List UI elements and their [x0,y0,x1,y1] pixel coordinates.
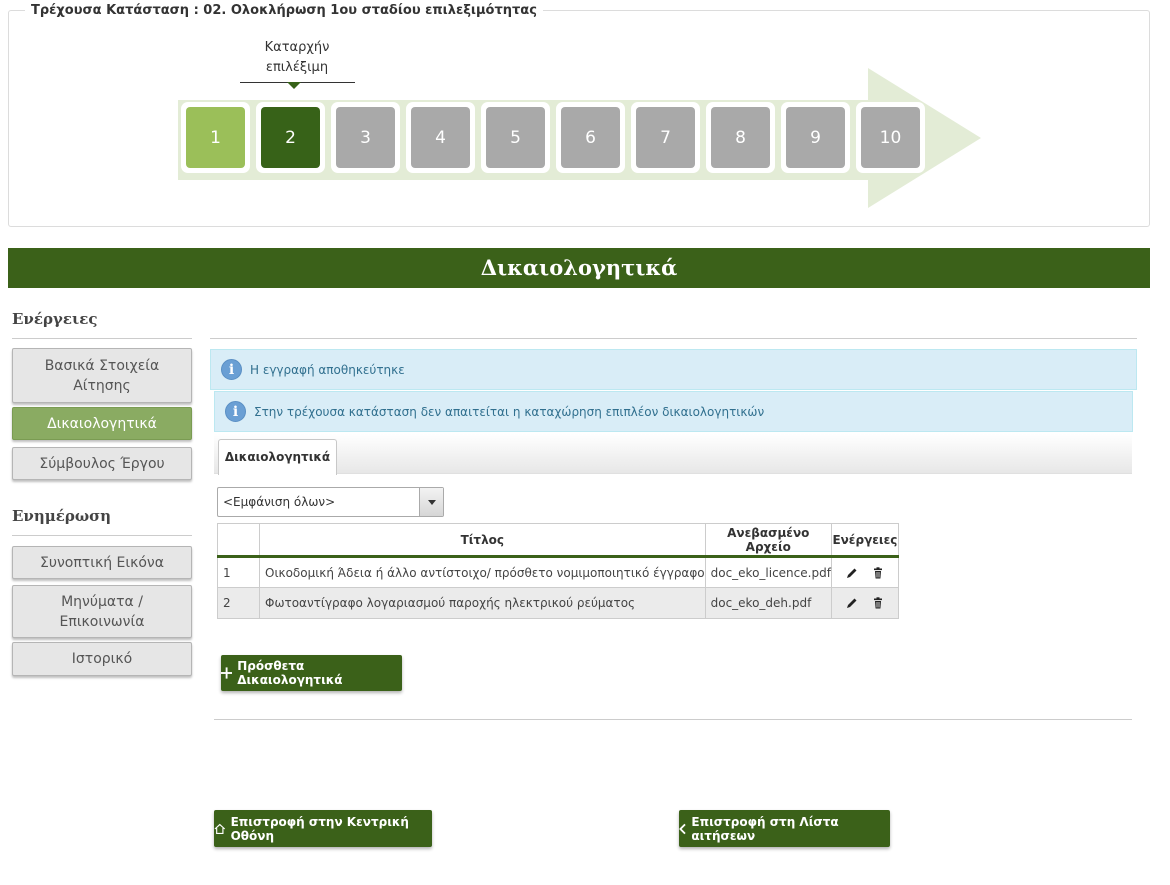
row-title: Φωτοαντίγραφο λογαριασμού παροχής ηλεκτρ… [259,587,706,619]
actions-heading: Ενέργειες [12,310,98,328]
page-title: Δικαιολογητικά [8,248,1150,288]
sidebar-item-summary[interactable]: Συνοπτική Εικόνα [12,546,192,579]
actions-heading-rule [12,338,192,339]
table-row: 1 Οικοδομική Άδεια ή άλλο αντίστοιχο/ πρ… [217,556,899,588]
trash-icon[interactable] [871,566,885,580]
step-3: 3 [331,102,400,173]
col-actions: Ενέργειες [830,523,899,558]
documents-table: Τίτλος Ανεβασμένο Αρχείο Ενέργειες 1 Οικ… [217,523,899,619]
edit-pencil-icon[interactable] [845,566,859,580]
home-icon [214,823,226,834]
add-documents-button[interactable]: Πρόσθετα Δικαιολογητικά [221,655,402,691]
step-8: 8 [706,102,775,173]
step-6: 6 [556,102,625,173]
sidebar-item-basic-info[interactable]: Βασικά Στοιχεία Αίτησης [12,348,192,403]
row-file: doc_eko_deh.pdf [704,587,832,619]
current-step-tooltip: Καταρχήν επιλέξιμη [264,40,330,75]
step-2: 2 [256,102,325,173]
info-heading: Ενημέρωση [12,507,112,525]
chevron-down-icon[interactable] [419,488,443,516]
sidebar-item-project-consultant[interactable]: Σύμβουλος Έργου [12,447,192,480]
sidebar-item-documents[interactable]: Δικαιολογητικά [12,407,192,440]
col-number [217,523,260,558]
col-file: Ανεβασμένο Αρχείο [704,523,832,558]
info-icon: i [221,359,242,380]
alert-no-documents-required: i Στην τρέχουσα κατάσταση δεν απαιτείται… [214,391,1133,432]
edit-pencil-icon[interactable] [845,596,859,610]
home-screen-button[interactable]: Επιστροφή στην Κεντρική Οθόνη [214,810,432,847]
step-1: 1 [181,102,250,173]
status-steps: 1 2 3 4 5 6 7 8 9 10 [181,102,931,173]
info-heading-rule [12,535,192,536]
status-legend: Τρέχουσα Κατάσταση : 02. Ολοκλήρωση 1ου … [25,3,543,18]
row-actions [830,587,899,619]
step-9: 9 [781,102,850,173]
col-title: Τίτλος [259,523,706,558]
documents-filter-select[interactable]: <Εμφάνιση όλων> [217,487,444,517]
row-number: 1 [217,556,260,588]
plus-icon [221,667,233,679]
row-title: Οικοδομική Άδεια ή άλλο αντίστοιχο/ πρόσ… [259,556,706,588]
row-number: 2 [217,587,260,619]
table-row: 2 Φωτοαντίγραφο λογαριασμού παροχής ηλεκ… [217,587,899,619]
trash-icon[interactable] [871,596,885,610]
row-file: doc_eko_licence.pdf [704,556,832,588]
sidebar-item-messages[interactable]: Μηνύματα / Επικοινωνία [12,585,192,638]
sidebar-item-history[interactable]: Ιστορικό [12,642,192,676]
step-5: 5 [481,102,550,173]
info-icon: i [225,401,246,422]
row-actions [830,556,899,588]
back-to-list-button[interactable]: Επιστροφή στη Λίστα αιτήσεων [679,810,890,847]
chevron-left-icon [679,823,686,834]
step-7: 7 [631,102,700,173]
content-bottom-rule [214,719,1132,720]
step-10: 10 [856,102,925,173]
tab-documents[interactable]: Δικαιολογητικά [218,439,337,475]
step-4: 4 [406,102,475,173]
content-top-rule [210,338,1137,339]
tab-strip [214,434,1132,474]
alert-saved: i Η εγγραφή αποθηκεύτηκε [210,349,1137,390]
tooltip-caret-icon [287,82,301,89]
